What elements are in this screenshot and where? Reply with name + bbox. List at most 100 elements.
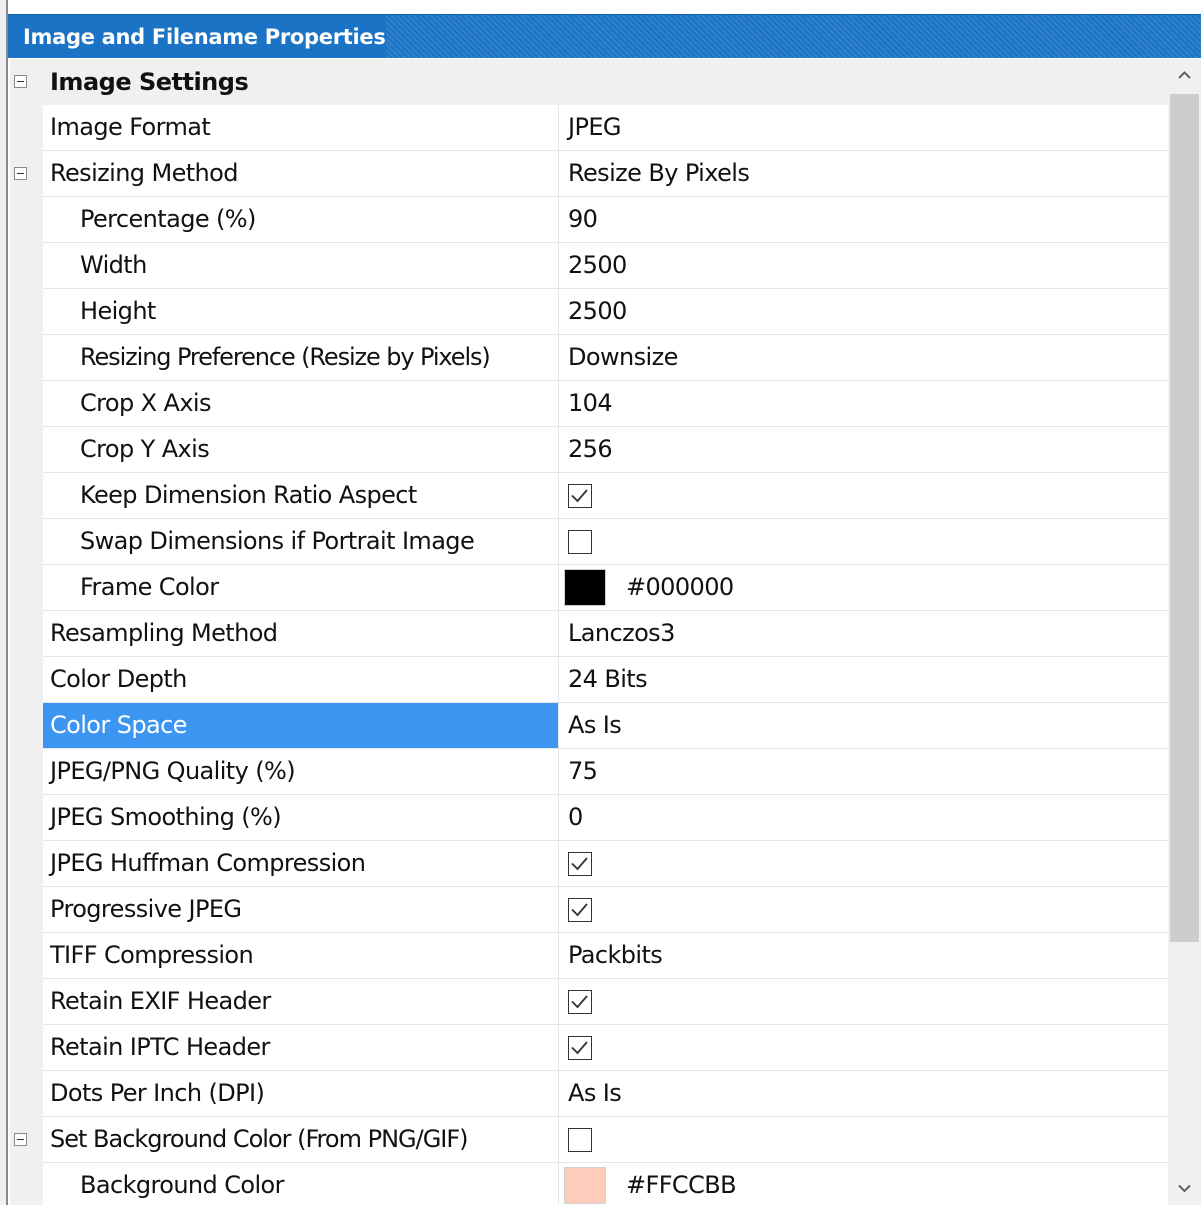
property-name-cell[interactable]: Swap Dimensions if Portrait Image: [43, 519, 558, 565]
property-value-cell[interactable]: [558, 887, 1168, 933]
property-name-cell-selected[interactable]: Color Space: [43, 703, 558, 749]
checkbox-unchecked[interactable]: [568, 530, 592, 554]
checkmark-icon: [571, 903, 588, 917]
property-value-cell[interactable]: 90: [558, 197, 1168, 243]
checkbox-checked[interactable]: [568, 898, 592, 922]
property-name-cell[interactable]: JPEG/PNG Quality (%): [43, 749, 558, 795]
scroll-down-button[interactable]: [1168, 1172, 1201, 1205]
property-name-cell[interactable]: Keep Dimension Ratio Aspect: [43, 473, 558, 519]
property-name-cell[interactable]: Dots Per Inch (DPI): [43, 1071, 558, 1117]
property-name-cell[interactable]: Frame Color: [43, 565, 558, 611]
property-value-cell[interactable]: 256: [558, 427, 1168, 473]
checkbox-checked[interactable]: [568, 852, 592, 876]
property-row-retain-iptc[interactable]: Retain IPTC Header: [10, 1025, 1168, 1071]
property-row-tiff-compression[interactable]: TIFF Compression Packbits: [10, 933, 1168, 979]
property-row-image-format[interactable]: Image Format JPEG: [10, 105, 1168, 151]
collapse-icon[interactable]: [14, 167, 27, 180]
property-value-cell[interactable]: Packbits: [558, 933, 1168, 979]
property-row-resizing-preference[interactable]: Resizing Preference (Resize by Pixels) D…: [10, 335, 1168, 381]
color-swatch[interactable]: [564, 569, 606, 606]
category-image-settings[interactable]: Image Settings: [10, 59, 1168, 105]
scroll-up-button[interactable]: [1168, 59, 1201, 92]
property-grid-window: Image and Filename Properties Image Sett…: [0, 0, 1201, 1205]
property-row-color-space[interactable]: Color Space As Is: [10, 703, 1168, 749]
property-row-frame-color[interactable]: Frame Color #000000: [10, 565, 1168, 611]
property-row-swap-dimensions[interactable]: Swap Dimensions if Portrait Image: [10, 519, 1168, 565]
property-row-set-background-color[interactable]: Set Background Color (From PNG/GIF): [10, 1117, 1168, 1163]
property-value-cell[interactable]: Lanczos3: [558, 611, 1168, 657]
property-name-cell[interactable]: TIFF Compression: [43, 933, 558, 979]
property-value-cell[interactable]: [558, 979, 1168, 1025]
checkbox-checked[interactable]: [568, 484, 592, 508]
vertical-scrollbar[interactable]: [1168, 59, 1201, 1205]
property-name-cell[interactable]: Width: [43, 243, 558, 289]
collapse-icon[interactable]: [14, 75, 27, 88]
property-row-dpi[interactable]: Dots Per Inch (DPI) As Is: [10, 1071, 1168, 1117]
color-swatch[interactable]: [564, 1167, 606, 1204]
property-name-cell[interactable]: Crop Y Axis: [43, 427, 558, 473]
property-value-cell[interactable]: [558, 841, 1168, 887]
property-value-cell[interactable]: #FFCCBB: [558, 1163, 1168, 1205]
checkbox-unchecked[interactable]: [568, 1128, 592, 1152]
property-value-cell[interactable]: 2500: [558, 289, 1168, 335]
property-row-progressive-jpeg[interactable]: Progressive JPEG: [10, 887, 1168, 933]
property-row-keep-dimension-ratio[interactable]: Keep Dimension Ratio Aspect: [10, 473, 1168, 519]
property-value-cell[interactable]: 104: [558, 381, 1168, 427]
property-row-resizing-method[interactable]: Resizing Method Resize By Pixels: [10, 151, 1168, 197]
collapse-icon[interactable]: [14, 1133, 27, 1146]
property-row-width[interactable]: Width 2500: [10, 243, 1168, 289]
property-value-cell[interactable]: [558, 473, 1168, 519]
row-gutter: [10, 243, 43, 289]
property-row-color-depth[interactable]: Color Depth 24 Bits: [10, 657, 1168, 703]
color-hex-value: #000000: [626, 573, 734, 601]
property-value-cell[interactable]: [558, 1117, 1168, 1163]
property-value-cell[interactable]: As Is: [558, 1071, 1168, 1117]
property-name-cell[interactable]: Image Format: [43, 105, 558, 151]
property-name-cell[interactable]: Resampling Method: [43, 611, 558, 657]
property-row-height[interactable]: Height 2500: [10, 289, 1168, 335]
property-name-cell[interactable]: JPEG Smoothing (%): [43, 795, 558, 841]
property-name-cell[interactable]: Retain IPTC Header: [43, 1025, 558, 1071]
property-value-cell[interactable]: 75: [558, 749, 1168, 795]
property-row-background-color[interactable]: Background Color #FFCCBB: [10, 1163, 1168, 1205]
property-value-cell[interactable]: [558, 1025, 1168, 1071]
property-name-cell[interactable]: Resizing Method: [43, 151, 558, 197]
property-row-jpeg-smoothing[interactable]: JPEG Smoothing (%) 0: [10, 795, 1168, 841]
property-row-crop-x-axis[interactable]: Crop X Axis 104: [10, 381, 1168, 427]
property-row-retain-exif[interactable]: Retain EXIF Header: [10, 979, 1168, 1025]
property-name-cell[interactable]: Retain EXIF Header: [43, 979, 558, 1025]
property-value-cell[interactable]: #000000: [558, 565, 1168, 611]
property-name-cell[interactable]: JPEG Huffman Compression: [43, 841, 558, 887]
property-label: Dots Per Inch (DPI): [50, 1079, 265, 1107]
property-row-crop-y-axis[interactable]: Crop Y Axis 256: [10, 427, 1168, 473]
chevron-down-icon: [1178, 1184, 1191, 1193]
scrollbar-thumb[interactable]: [1170, 94, 1199, 942]
property-name-cell[interactable]: Set Background Color (From PNG/GIF): [43, 1117, 558, 1163]
property-value: Lanczos3: [568, 619, 675, 647]
property-value-cell[interactable]: Resize By Pixels: [558, 151, 1168, 197]
checkbox-checked[interactable]: [568, 990, 592, 1014]
property-name-cell[interactable]: Background Color: [43, 1163, 558, 1205]
property-value: 2500: [568, 297, 627, 325]
property-label: Progressive JPEG: [50, 895, 242, 923]
property-value-cell[interactable]: As Is: [558, 703, 1168, 749]
property-value-cell[interactable]: 24 Bits: [558, 657, 1168, 703]
property-value-cell[interactable]: 2500: [558, 243, 1168, 289]
property-name-cell[interactable]: Resizing Preference (Resize by Pixels): [43, 335, 558, 381]
property-row-jpeg-huffman[interactable]: JPEG Huffman Compression: [10, 841, 1168, 887]
property-value-cell[interactable]: Downsize: [558, 335, 1168, 381]
property-name-cell[interactable]: Color Depth: [43, 657, 558, 703]
property-row-percentage[interactable]: Percentage (%) 90: [10, 197, 1168, 243]
property-value-cell[interactable]: [558, 519, 1168, 565]
property-name-cell[interactable]: Crop X Axis: [43, 381, 558, 427]
property-name-cell[interactable]: Height: [43, 289, 558, 335]
property-name-cell[interactable]: Progressive JPEG: [43, 887, 558, 933]
property-value-cell[interactable]: 0: [558, 795, 1168, 841]
property-row-jpeg-png-quality[interactable]: JPEG/PNG Quality (%) 75: [10, 749, 1168, 795]
row-gutter: [10, 841, 43, 887]
property-value-cell[interactable]: JPEG: [558, 105, 1168, 151]
property-name-cell[interactable]: Percentage (%): [43, 197, 558, 243]
checkbox-checked[interactable]: [568, 1036, 592, 1060]
property-row-resampling-method[interactable]: Resampling Method Lanczos3: [10, 611, 1168, 657]
property-value: 90: [568, 205, 598, 233]
